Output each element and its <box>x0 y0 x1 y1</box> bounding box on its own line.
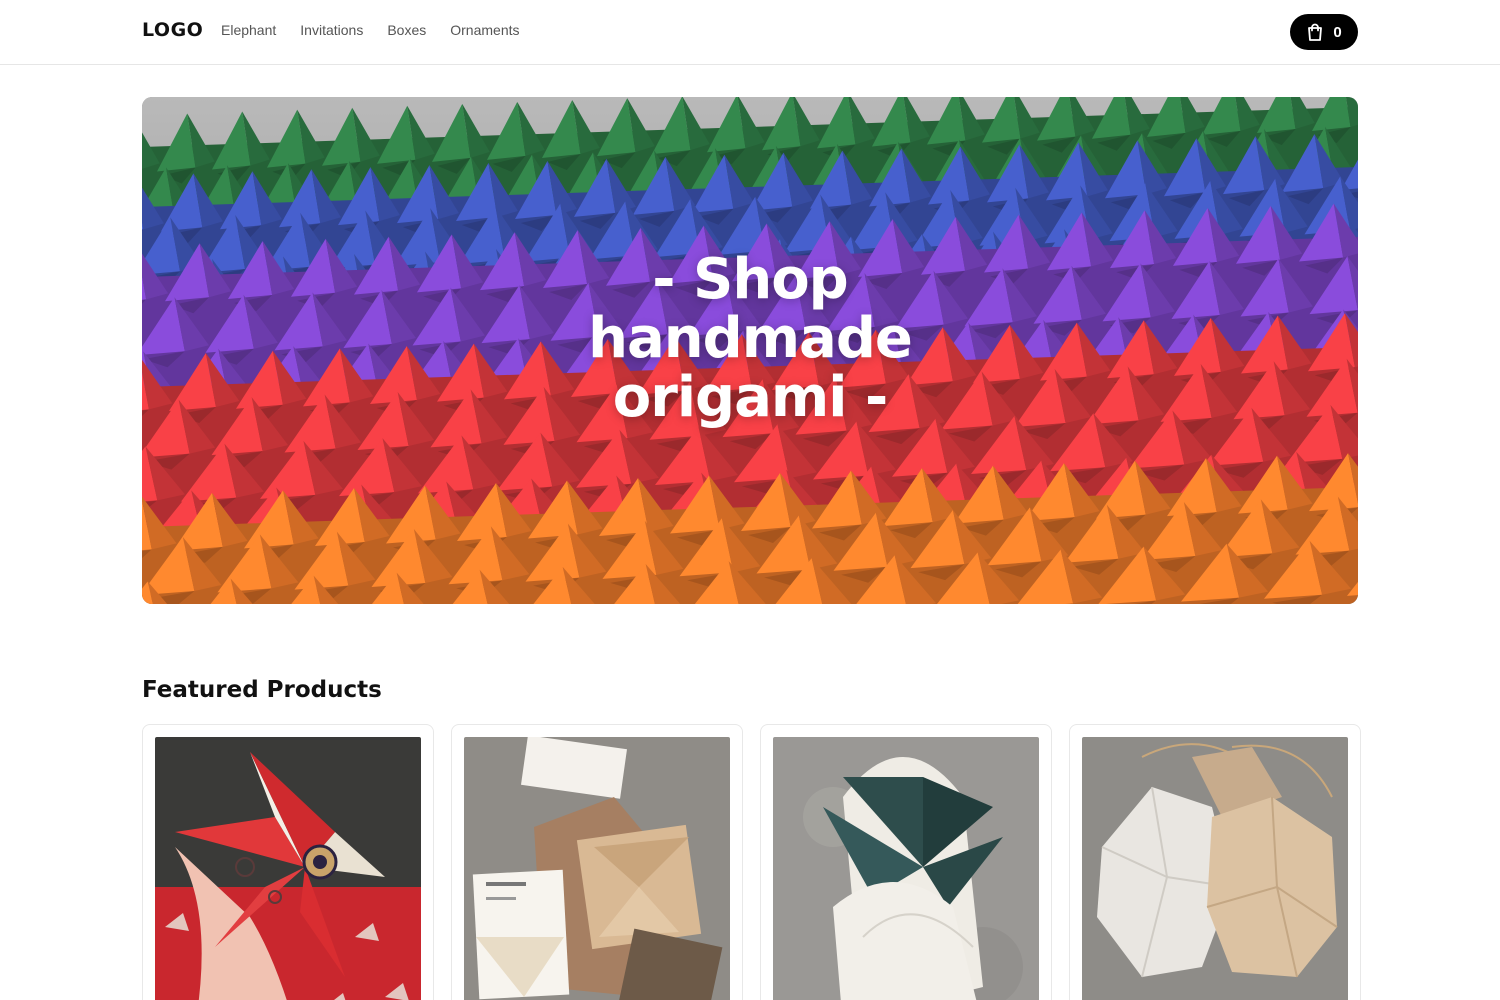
cart-button[interactable]: 0 <box>1290 14 1358 50</box>
product-image-green-envelope <box>773 737 1039 1000</box>
logo[interactable]: LOGO <box>142 19 203 41</box>
nav-item-elephant[interactable]: Elephant <box>221 22 276 38</box>
shopping-bag-icon <box>1306 23 1324 42</box>
hero-title: - Shop handmade origami - <box>588 247 913 430</box>
nav-item-invitations[interactable]: Invitations <box>300 22 363 38</box>
product-image-star <box>155 737 421 1000</box>
product-card[interactable] <box>142 724 434 1000</box>
site-header: LOGO Elephant Invitations Boxes Ornament… <box>0 0 1500 65</box>
main-nav: Elephant Invitations Boxes Ornaments <box>221 22 520 38</box>
product-image-envelopes <box>464 737 730 1000</box>
featured-products-heading: Featured Products <box>142 677 382 703</box>
product-card[interactable] <box>451 724 743 1000</box>
product-grid <box>142 724 1361 1000</box>
product-image-lanterns <box>1082 737 1348 1000</box>
nav-item-boxes[interactable]: Boxes <box>387 22 426 38</box>
product-card[interactable] <box>1069 724 1361 1000</box>
product-card[interactable] <box>760 724 1052 1000</box>
nav-item-ornaments[interactable]: Ornaments <box>450 22 519 38</box>
cart-count: 0 <box>1333 23 1342 41</box>
hero-banner: - Shop handmade origami - <box>142 97 1358 604</box>
